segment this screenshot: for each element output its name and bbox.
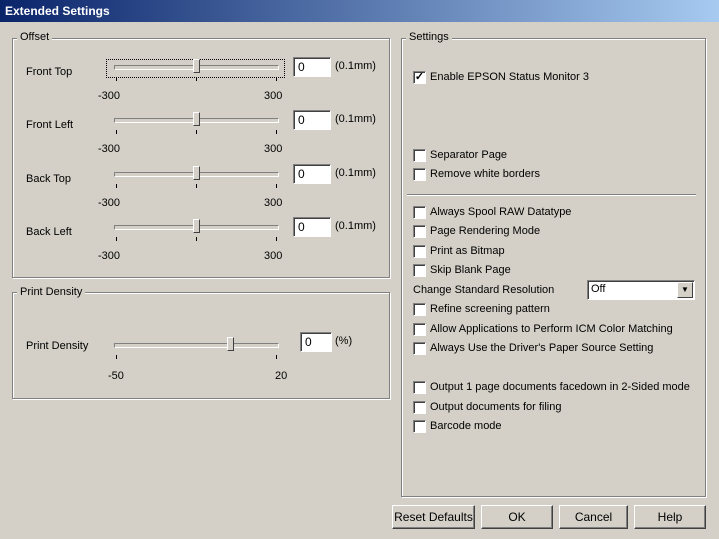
offset-slider-thumb[interactable] [193, 112, 200, 126]
setting-g1-1-checkbox[interactable] [413, 168, 426, 181]
offset-unit-label: (0.1mm) [335, 220, 376, 232]
setting-g2-3-checkbox[interactable] [413, 264, 426, 277]
print-density-max-label: 20 [275, 370, 288, 382]
setting-g4-0-checkbox[interactable] [413, 381, 426, 394]
offset-row-label: Front Top [26, 66, 73, 78]
setting-g1-0-label[interactable]: Separator Page [430, 149, 507, 161]
reset-defaults-button[interactable]: Reset Defaults [392, 505, 475, 529]
offset-tick-min [116, 130, 117, 134]
status-monitor-checkbox[interactable]: ✓ [413, 71, 426, 84]
print-density-label: Print Density [26, 340, 89, 352]
change-resolution-select[interactable]: Off ▼ [587, 280, 695, 300]
offset-max-label: 300 [264, 197, 283, 209]
offset-value-input[interactable]: 0 [293, 164, 331, 184]
print-density-unit: (%) [335, 335, 353, 347]
offset-unit-label: (0.1mm) [335, 60, 376, 72]
setting-g4-2-checkbox[interactable] [413, 420, 426, 433]
offset-tick-max [276, 130, 277, 134]
setting-g3-1-checkbox[interactable] [413, 323, 426, 336]
print-density-tick-min [116, 355, 117, 359]
offset-min-label: -300 [98, 250, 121, 262]
setting-g1-0-checkbox[interactable] [413, 149, 426, 162]
setting-g2-2-label[interactable]: Print as Bitmap [430, 245, 505, 257]
setting-g1-1-label[interactable]: Remove white borders [430, 168, 540, 180]
offset-tick-min [116, 77, 117, 81]
offset-value-input[interactable]: 0 [293, 110, 331, 130]
offset-max-label: 300 [264, 90, 283, 102]
setting-g3-2-checkbox[interactable] [413, 342, 426, 355]
title-bar: Extended Settings [0, 0, 719, 22]
offset-value-input[interactable]: 0 [293, 217, 331, 237]
setting-g4-2-label[interactable]: Barcode mode [430, 420, 502, 432]
settings-legend: Settings [406, 31, 452, 43]
setting-g3-0-label[interactable]: Refine screening pattern [430, 303, 550, 315]
status-monitor-label[interactable]: Enable EPSON Status Monitor 3 [430, 71, 589, 83]
offset-min-label: -300 [98, 90, 121, 102]
offset-row-label: Front Left [26, 119, 74, 131]
settings-divider [407, 194, 696, 196]
offset-tick-mid [196, 77, 197, 81]
chevron-down-icon[interactable]: ▼ [677, 282, 693, 298]
offset-tick-max [276, 77, 277, 81]
offset-row-label: Back Top [26, 173, 72, 185]
offset-tick-mid [196, 130, 197, 134]
change-resolution-label: Change Standard Resolution [413, 284, 555, 296]
print-density-min-label: -50 [108, 370, 124, 382]
cancel-button[interactable]: Cancel [559, 505, 628, 529]
setting-g2-1-label[interactable]: Page Rendering Mode [430, 225, 540, 237]
ok-button[interactable]: OK [481, 505, 553, 529]
offset-slider-thumb[interactable] [193, 166, 200, 180]
offset-row-label: Back Left [26, 226, 72, 238]
offset-max-label: 300 [264, 143, 283, 155]
print-density-input[interactable]: 0 [300, 332, 332, 352]
offset-slider-thumb[interactable] [193, 219, 200, 233]
offset-tick-max [276, 237, 277, 241]
setting-g2-3-label[interactable]: Skip Blank Page [430, 264, 511, 276]
offset-slider-thumb[interactable] [193, 59, 200, 73]
offset-legend: Offset [17, 31, 53, 43]
offset-value-input[interactable]: 0 [293, 57, 331, 77]
offset-min-label: -300 [98, 143, 121, 155]
print-density-tick-max [276, 355, 277, 359]
setting-g2-0-label[interactable]: Always Spool RAW Datatype [430, 206, 571, 218]
offset-unit-label: (0.1mm) [335, 113, 376, 125]
offset-min-label: -300 [98, 197, 121, 209]
offset-tick-max [276, 184, 277, 188]
offset-tick-mid [196, 184, 197, 188]
print-density-slider-thumb[interactable] [227, 337, 234, 351]
offset-tick-min [116, 184, 117, 188]
setting-g3-2-label[interactable]: Always Use the Driver's Paper Source Set… [430, 342, 653, 354]
change-resolution-value: Off [591, 283, 606, 295]
print-density-slider-track[interactable] [114, 343, 279, 348]
offset-max-label: 300 [264, 250, 283, 262]
setting-g4-1-checkbox[interactable] [413, 401, 426, 414]
offset-unit-label: (0.1mm) [335, 167, 376, 179]
window-title: Extended Settings [5, 4, 110, 18]
setting-g3-1-label[interactable]: Allow Applications to Perform ICM Color … [430, 323, 673, 335]
setting-g4-1-label[interactable]: Output documents for filing [430, 401, 561, 413]
setting-g2-0-checkbox[interactable] [413, 206, 426, 219]
print-density-legend: Print Density [17, 286, 86, 298]
checkmark-icon: ✓ [414, 71, 425, 83]
setting-g2-2-checkbox[interactable] [413, 245, 426, 258]
offset-tick-min [116, 237, 117, 241]
setting-g3-0-checkbox[interactable] [413, 303, 426, 316]
setting-g2-1-checkbox[interactable] [413, 225, 426, 238]
setting-g4-0-label[interactable]: Output 1 page documents facedown in 2-Si… [430, 381, 690, 393]
offset-tick-mid [196, 237, 197, 241]
help-button[interactable]: Help [634, 505, 706, 529]
